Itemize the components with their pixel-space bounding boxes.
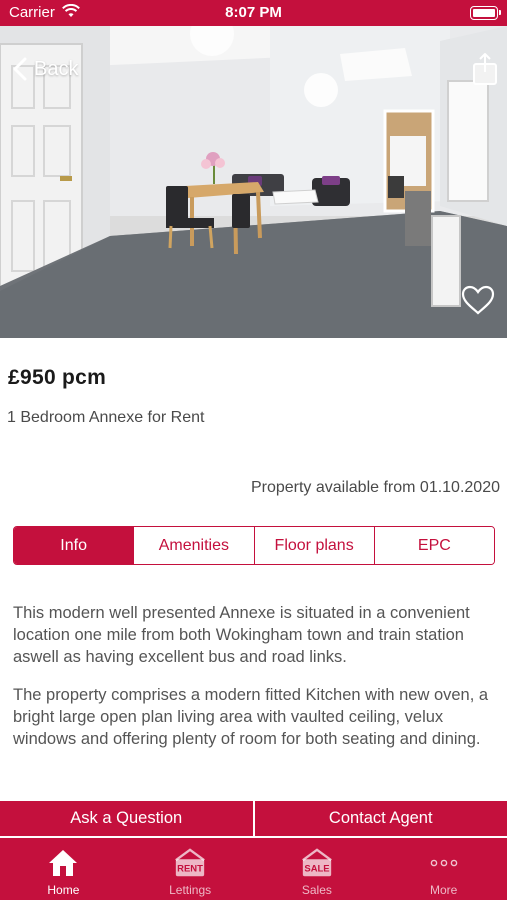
- clock: 8:07 PM: [225, 4, 282, 21]
- home-icon: [46, 846, 80, 880]
- lettings-icon: RENT: [173, 846, 207, 880]
- tab-amenities[interactable]: Amenities: [134, 527, 255, 564]
- bottom-tab-bar: Home RENT Lettings SALE Sales More: [0, 838, 507, 900]
- availability-date: Property available from 01.10.2020: [250, 479, 500, 496]
- chevron-left-icon: [13, 57, 27, 81]
- tabbar-sales-label: Sales: [301, 883, 332, 897]
- battery-icon: [470, 6, 501, 20]
- sales-icon: SALE: [300, 846, 334, 880]
- tabbar-more[interactable]: More: [380, 838, 507, 900]
- tabbar-sales[interactable]: SALE Sales: [254, 838, 381, 900]
- tabbar-home-label: Home: [47, 883, 80, 897]
- sales-badge: SALE: [304, 864, 329, 875]
- tab-info[interactable]: Info: [14, 527, 135, 564]
- tabbar-lettings[interactable]: RENT Lettings: [127, 838, 254, 900]
- price: £950 pcm: [8, 366, 107, 389]
- tab-epc[interactable]: EPC: [374, 527, 494, 564]
- more-icon: [427, 846, 461, 880]
- description-paragraph: This modern well presented Annexe is sit…: [13, 604, 470, 666]
- lettings-badge: RENT: [177, 864, 203, 875]
- tabbar-lettings-label: Lettings: [169, 883, 212, 897]
- property-title: 1 Bedroom Annexe for Rent: [7, 409, 205, 426]
- tabbar-home[interactable]: Home: [0, 838, 127, 900]
- property-photo[interactable]: Back: [0, 26, 507, 338]
- share-icon[interactable]: [472, 52, 498, 86]
- ask-question-button[interactable]: Ask a Question: [0, 801, 253, 836]
- contact-agent-button[interactable]: Contact Agent: [252, 801, 507, 836]
- property-description: This modern well presented Annexe is sit…: [13, 602, 497, 766]
- description-paragraph: The property comprises a modern fitted K…: [13, 686, 489, 748]
- status-bar: Carrier 8:07 PM: [0, 0, 507, 26]
- tab-floor-plans[interactable]: Floor plans: [254, 527, 375, 564]
- back-label: Back: [34, 57, 79, 80]
- heart-icon[interactable]: [460, 284, 496, 316]
- action-bar: Ask a Question Contact Agent: [0, 801, 507, 836]
- tabbar-more-label: More: [429, 883, 458, 897]
- back-button[interactable]: Back: [10, 56, 78, 82]
- detail-tabs: Info Amenities Floor plans EPC: [13, 526, 495, 565]
